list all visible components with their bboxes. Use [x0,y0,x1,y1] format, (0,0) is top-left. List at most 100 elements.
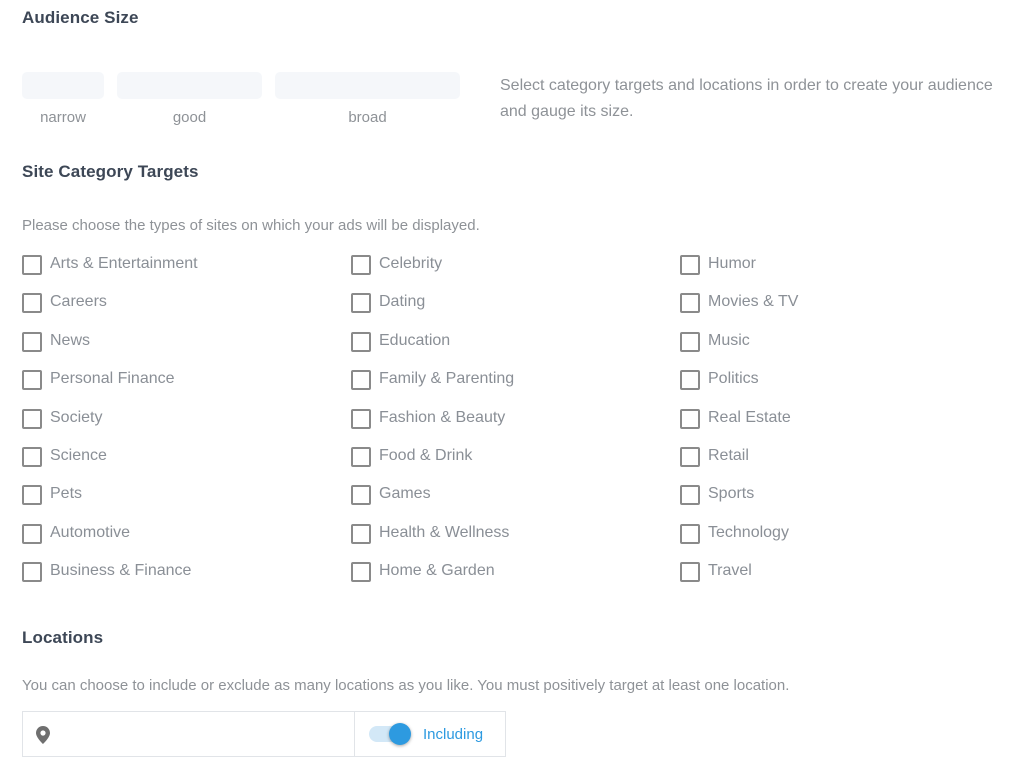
checkbox[interactable] [22,562,42,583]
category-checkbox-item[interactable]: Personal Finance [22,369,342,407]
category-checkbox-item[interactable]: Retail [680,446,1000,484]
category-label: Games [379,485,431,503]
category-label: Business & Finance [50,562,192,580]
category-checkbox-item[interactable]: Science [22,446,342,484]
location-input[interactable] [23,712,355,756]
category-checkbox-item[interactable]: Travel [680,561,1000,599]
checkbox[interactable] [351,331,371,352]
category-label: Careers [50,293,107,311]
category-checkbox-item[interactable]: Careers [22,292,342,330]
checkbox[interactable] [680,562,700,583]
audience-bar-broad [275,72,460,99]
category-checkbox-item[interactable]: Celebrity [351,254,671,292]
category-label: Real Estate [708,408,791,426]
checkbox[interactable] [680,370,700,391]
checkbox[interactable] [22,255,42,275]
checkbox[interactable] [351,485,371,506]
checkbox[interactable] [22,331,42,352]
category-checkbox-item[interactable]: Dating [351,292,671,330]
checkbox[interactable] [680,408,700,429]
locations-description: You can choose to include or exclude as … [22,677,790,694]
category-checkbox-item[interactable]: Pets [22,484,342,522]
category-column-1: Arts & Entertainment Careers News Personal … [22,254,342,600]
category-label: Sports [708,485,755,503]
category-label: Health & Wellness [379,523,510,541]
audience-bar-good [117,72,262,99]
category-checkbox-item[interactable]: Real Estate [680,408,1000,446]
checkbox[interactable] [680,331,700,352]
category-column-3: Humor Movies & TV Music Politics Real Estate… [680,254,1000,600]
category-label: Retail [708,446,749,464]
audience-bar-narrow [22,72,104,99]
checkbox[interactable] [351,255,371,275]
category-label: Dating [379,293,426,311]
category-checkbox-item[interactable]: News [22,331,342,369]
category-label: Fashion & Beauty [379,408,506,426]
checkbox[interactable] [22,408,42,429]
category-checkbox-item[interactable]: Family & Parenting [351,369,671,407]
category-checkbox-item[interactable]: Fashion & Beauty [351,408,671,446]
category-label: Arts & Entertainment [50,255,198,272]
locations-title: Locations [22,628,104,647]
category-label: Humor [708,255,757,272]
checkbox[interactable] [680,255,700,275]
category-checkbox-item[interactable]: Arts & Entertainment [22,254,342,292]
category-label: Technology [708,523,789,541]
category-label: Home & Garden [379,562,495,580]
toggle-label: Including [423,725,484,743]
checkbox[interactable] [351,370,371,391]
category-checkbox-item[interactable]: Home & Garden [351,561,671,599]
category-checkbox-item[interactable]: Games [351,484,671,522]
category-label: Movies & TV [708,293,799,311]
category-checkbox-item[interactable]: Technology [680,523,1000,561]
category-checkbox-item[interactable]: Business & Finance [22,561,342,599]
audience-label-broad: broad [348,109,387,126]
category-checkbox-item[interactable]: Automotive [22,523,342,561]
category-checkbox-item[interactable]: Music [680,331,1000,369]
site-category-title: Site Category Targets [22,162,199,181]
category-label: Travel [708,562,752,580]
category-label: Celebrity [379,255,443,272]
category-checkbox-item[interactable]: Politics [680,369,1000,407]
category-checkbox-item[interactable]: Education [351,331,671,369]
category-column-2: Celebrity Dating Education Family & Parenti… [351,254,671,600]
checkbox[interactable] [22,523,42,544]
category-checkbox-item[interactable]: Movies & TV [680,292,1000,330]
category-label: Pets [50,485,83,503]
category-label: Food & Drink [379,446,473,464]
category-label: Automotive [50,523,131,541]
category-checkbox-item[interactable]: Society [22,408,342,446]
category-checkbox-item[interactable]: Humor [680,254,1000,292]
category-checkbox-item[interactable]: Sports [680,484,1000,522]
checkbox[interactable] [22,485,42,506]
checkbox[interactable] [351,408,371,429]
audience-label-good: good [172,109,207,126]
checkbox[interactable] [351,562,371,583]
checkbox[interactable] [22,293,42,314]
category-label: News [50,331,91,349]
category-label: Music [708,331,750,349]
toggle-knob[interactable] [389,723,411,745]
category-label: Politics [708,370,759,388]
checkbox[interactable] [680,523,700,544]
checkbox[interactable] [680,485,700,506]
toggle-track[interactable] [369,723,411,745]
category-label: Society [50,408,103,426]
include-exclude-toggle[interactable]: Including [355,712,505,756]
category-label: Family & Parenting [379,370,515,388]
audience-help-text: Select category targets and locations in… [500,77,993,120]
category-checkbox-item[interactable]: Food & Drink [351,446,671,484]
checkbox[interactable] [22,446,42,467]
category-label: Personal Finance [50,370,175,388]
map-pin-icon [36,726,50,744]
category-checkbox-item[interactable]: Health & Wellness [351,523,671,561]
checkbox[interactable] [351,293,371,314]
audience-size-title: Audience Size [22,8,139,27]
checkbox[interactable] [351,446,371,467]
checkbox[interactable] [680,446,700,467]
checkbox[interactable] [351,523,371,544]
location-search-box: Including [22,711,506,757]
checkbox[interactable] [22,370,42,391]
checkbox[interactable] [680,293,700,314]
category-label: Science [50,446,107,464]
